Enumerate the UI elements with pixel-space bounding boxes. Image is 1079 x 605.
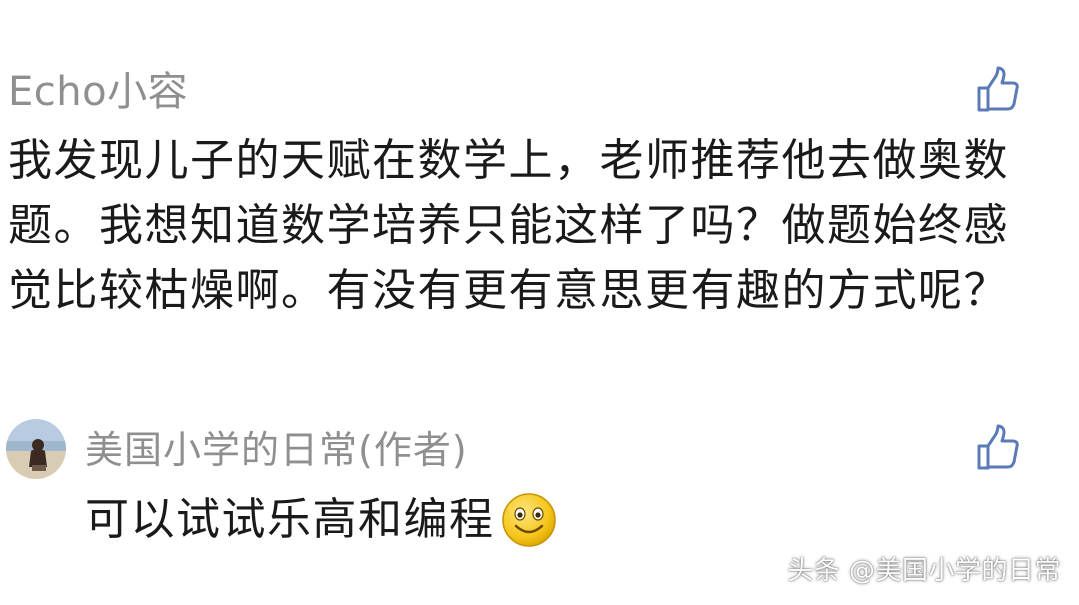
smiley-face-icon <box>501 492 557 548</box>
comment-username[interactable]: Echo小容 <box>8 66 188 118</box>
thumbs-up-icon <box>977 66 1019 112</box>
watermark: 头条 @美国小学的日常 <box>787 556 1061 586</box>
reply-username[interactable]: 美国小学的日常(作者) <box>85 424 468 476</box>
reply-like-button[interactable] <box>975 424 1023 472</box>
thumbs-up-icon <box>977 424 1019 470</box>
reply-text-row: 可以试试乐高和编程 <box>85 489 557 551</box>
reply-text: 可以试试乐高和编程 <box>85 494 495 545</box>
avatar-image <box>6 419 66 479</box>
comment-text: 我发现儿子的天赋在数学上，老师推荐他去做奥数题。我想知道数学培养只能这样了吗？做… <box>8 135 1009 316</box>
avatar[interactable] <box>6 419 66 479</box>
like-button[interactable] <box>975 66 1023 114</box>
